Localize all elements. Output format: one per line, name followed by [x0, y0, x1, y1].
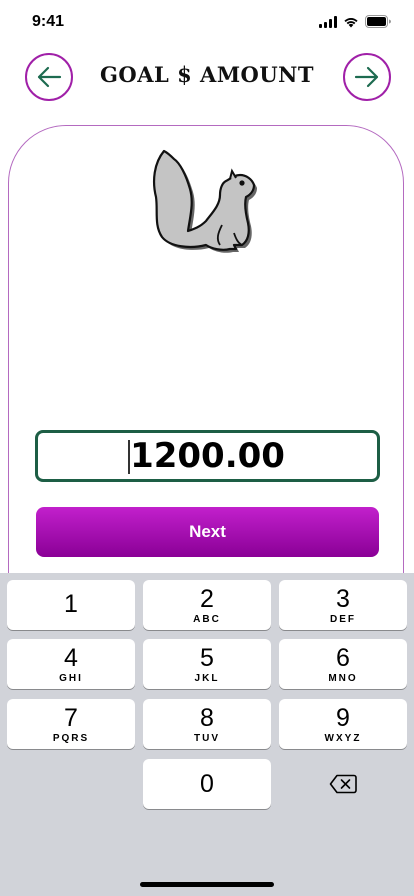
key-letters: DEF: [330, 613, 356, 625]
next-button[interactable]: Next: [36, 507, 379, 557]
key-digit: 4: [64, 643, 78, 672]
backspace-icon: [329, 774, 357, 794]
numeric-keypad: 1 2 ABC 3 DEF 4 GHI 5 JKL 6 MNO 7 PQRS 8…: [0, 573, 414, 896]
key-0[interactable]: 0: [143, 759, 271, 809]
key-1[interactable]: 1: [7, 580, 135, 630]
home-indicator[interactable]: [140, 882, 274, 887]
key-5[interactable]: 5 JKL: [143, 639, 271, 689]
key-digit: 8: [200, 703, 214, 732]
status-icons: [319, 15, 392, 28]
key-letters: GHI: [59, 672, 83, 684]
status-time: 9:41: [32, 13, 65, 30]
key-digit: 3: [336, 584, 350, 613]
amount-value-text: 1200.00: [130, 436, 285, 476]
key-letters: JKL: [194, 672, 220, 684]
arrow-right-icon: [354, 66, 379, 88]
key-7[interactable]: 7 PQRS: [7, 699, 135, 749]
key-9[interactable]: 9 WXYZ: [279, 699, 407, 749]
key-digit: 7: [64, 703, 78, 732]
battery-icon: [365, 15, 391, 28]
key-letters: WXYZ: [324, 732, 362, 744]
key-8[interactable]: 8 TUV: [143, 699, 271, 749]
delete-key[interactable]: [279, 759, 407, 809]
key-blank: [7, 759, 135, 809]
key-letters: MNO: [328, 672, 358, 684]
key-digit: 9: [336, 703, 350, 732]
key-digit: 1: [64, 590, 78, 618]
key-4[interactable]: 4 GHI: [7, 639, 135, 689]
key-digit: 0: [200, 770, 214, 798]
amount-input[interactable]: 1200.00: [35, 430, 380, 482]
key-letters: TUV: [194, 732, 220, 744]
key-3[interactable]: 3 DEF: [279, 580, 407, 630]
wifi-icon: [344, 17, 358, 27]
key-letters: PQRS: [52, 732, 90, 744]
key-digit: 2: [200, 584, 214, 613]
key-6[interactable]: 6 MNO: [279, 639, 407, 689]
squirrel-icon: [153, 149, 257, 253]
text-caret: [128, 440, 131, 474]
status-bar: 9:41: [0, 0, 414, 44]
forward-button[interactable]: [343, 53, 391, 101]
cellular-signal-icon: [319, 15, 337, 28]
amount-value: 1200.00: [128, 436, 285, 476]
key-2[interactable]: 2 ABC: [143, 580, 271, 630]
key-digit: 6: [336, 643, 350, 672]
key-digit: 5: [200, 643, 214, 672]
key-letters: ABC: [193, 613, 221, 625]
